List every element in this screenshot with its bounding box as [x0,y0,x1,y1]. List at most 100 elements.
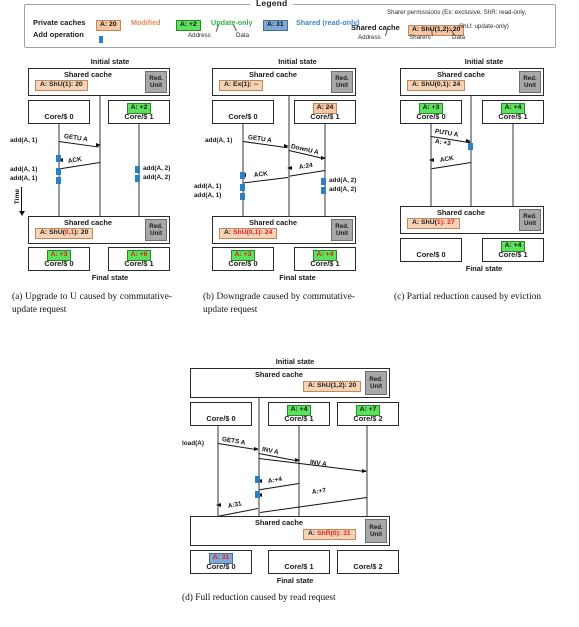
panel-c-initial-red-unit: Red. Unit [519,71,541,93]
legend-annotation-data: Data [236,32,250,39]
legend-annotation-address: Address [188,32,211,39]
panel-b-initial-red-unit: Red. Unit [331,71,353,93]
panel-b-final-red-unit: Red. Unit [331,219,353,241]
legend-chip-modified-text: A: 20 [96,20,121,32]
panel-b-final-state-title: Final state [279,273,316,282]
panel-c-lifeline-core1 [512,124,514,206]
panel-b-op-label-3: add(A, 2) [329,177,357,184]
panel-a-final-core-1-chipwrap: A: +6 [109,250,169,261]
legend-chip-shared: A: 31 [263,17,288,35]
legend-shared-cache-label: Shared cache [351,23,400,32]
panel-a-initial-core-1-chipwrap: A: +2 [109,103,169,114]
panel-d-initial-core-1-chipwrap: A: +4 [269,405,329,416]
red-unit-line2: Unit [149,230,163,237]
panel-c-caption: (c) Partial reduction caused by eviction [394,292,542,302]
panel-d-msg-2-label: INV A [309,459,328,469]
legend-text-shared: Shared (read-only) [296,18,360,27]
panel-a-time-arrow-icon [18,187,25,216]
panel-a-initial-shared-cache: Shared cache A: ShU(1): 20 Red. Unit [28,68,170,96]
panel-c-initial-shared-cache-label: Shared cache [436,70,486,79]
panel-b-msg-1-arrowhead [321,156,326,160]
panel-a-final-shared-cache: Shared cache A: ShU(0,1): 20 Red. Unit [28,216,170,244]
panel-c-final-cache-entry: A: ShU(1): 27 [407,218,460,229]
panel-d-msg-5-label: A:31 [227,500,243,510]
panel-d-final-cache-entry-pre: A: [308,530,318,537]
panel-a-opmark-3 [135,166,140,173]
panel-b-final-cache-entry-hl: ShU(0,1): 24 [233,229,273,236]
panel-a-opmark-4 [135,175,140,182]
panel-d-msg-3-label: A:+4 [267,475,283,485]
panel-a-initial-core-1: A: +2 Core/$ 1 [108,100,170,124]
panel-d-msg-1-arrowhead [295,458,300,462]
legend-sharer-permissions-line2: ShU: update-only) [459,23,509,30]
panel-c-final-state-title: Final state [465,264,503,273]
panel-b-initial-state-title: Initial state [278,57,317,66]
red-unit-line1: Red. [523,212,537,220]
panel-c-initial-core-0: A: +3 Core/$ 0 [400,100,462,124]
legend-text-modified: Modified [131,18,161,27]
panel-d-initial-cache-entry: A: ShU(1,2): 20 [303,381,362,392]
panel-b-initial-shared-cache-label: Shared cache [248,70,298,79]
panel-d-initial-core-1: A: +4 Core/$ 1 [268,402,330,426]
panel-b-final-shared-cache-label: Shared cache [248,218,298,227]
panel-a-op-label-0: add(A, 1) [10,137,38,144]
panel-a-op-label-3: add(A, 2) [143,165,171,172]
legend-title: Legend [250,0,294,8]
legend-box: Legend Private caches Add operation A: 2… [24,0,556,48]
panel-c-initial-core-1-chipwrap: A: +4 [483,103,543,114]
panel-d-initial-core-0-name: Core/$ 0 [206,414,236,423]
red-unit-line1: Red. [369,523,383,531]
panel-d-final-core-2-name: Core/$ 2 [353,562,383,571]
panel-a-final-cache-entry-pre: A: ShU( [40,229,65,236]
panel-b-final-cache-entry-pre: A: [224,229,234,236]
panel-a-final-red-unit: Red. Unit [145,219,167,241]
panel-d-initial-core-2-chip: A: +7 [355,405,381,416]
panel-b-op-label-4: add(A, 2) [329,186,357,193]
panel-d-initial-shared-cache-label: Shared cache [254,370,304,379]
legend-private-caches-label: Private caches [33,18,86,27]
panel-d-initial-core-0: Core/$ 0 [190,402,252,426]
red-unit-line2: Unit [149,82,163,89]
panel-a-op-label-1: add(A, 1) [10,166,38,173]
panel-a-caption: (a) Upgrade to U caused by commutative-u… [12,292,172,315]
red-unit-line1: Red. [369,375,383,383]
panel-b-final-core-0-chip: A: +3 [230,250,256,261]
panel-c-msg-2-label: ACK [439,154,455,164]
red-unit-line2: Unit [335,230,349,237]
panel-c-msg-1-label: A: +3 [434,138,452,148]
panel-d-initial-core-2: A: +7 Core/$ 2 [337,402,399,426]
panel-d-msg-4-label: A:+7 [311,487,327,496]
panel-b-lifeline-cache [288,96,290,216]
panel-d-caption: (d) Full reduction caused by read reques… [182,593,336,603]
panel-a-initial-red-unit: Red. Unit [145,71,167,93]
panel-d-final-core-0-chip: A: 31 [208,553,234,564]
panel-b-final-shared-cache: Shared cache A: ShU(0,1): 24 Red. Unit [212,216,356,244]
panel-b-msg-3 [243,177,289,184]
panel-d-final-state-title: Final state [276,576,314,585]
panel-b-final-core-1-chip: A: +4 [312,250,338,261]
panel-c-final-core-1-chipwrap: A: +4 [483,241,543,252]
panel-c-msg-2-arrowhead [429,158,434,162]
panel-c-final-cache-entry-pre: A: ShU( [412,219,437,226]
panel-a-opmark-1 [56,168,61,175]
panel-b-final-core-1: A: +4 Core/$ 1 [294,247,356,271]
panel-a-final-core-0: A: +3 Core/$ 0 [28,247,90,271]
panel-b-msg-2-label: A:24 [298,161,314,171]
panel-a-final-cache-entry-hl: 0,1 [64,229,75,236]
panel-c-final-core-1-chip: A: +4 [500,241,526,252]
legend-chip-update-text: A: +2 [176,20,201,32]
panel-d-final-shared-cache-label: Shared cache [254,518,304,527]
panel-a-msg-0-arrowhead [96,143,101,147]
red-unit-line1: Red. [149,74,163,82]
panel-a-msg-1-label: ACK [67,155,83,165]
panel-a-initial-core-0-name: Core/$ 0 [44,112,74,121]
panel-a-final-cache-entry: A: ShU(0,1): 20 [35,228,94,239]
panel-b-op-label-1: add(A, 1) [194,183,222,190]
panel-d-msg-2-arrowhead [362,469,367,473]
panel-d-opmark-0 [255,476,260,483]
red-unit-line2: Unit [523,220,537,227]
panel-d-initial-core-2-chipwrap: A: +7 [338,405,398,416]
panel-a-opmark-0 [56,155,61,162]
legend-sharer-permissions-line1: Sharer permissions (Ex: exclusive, ShR: … [387,9,527,16]
panel-b-initial-core-1-chipwrap: A: 24 [295,103,355,114]
